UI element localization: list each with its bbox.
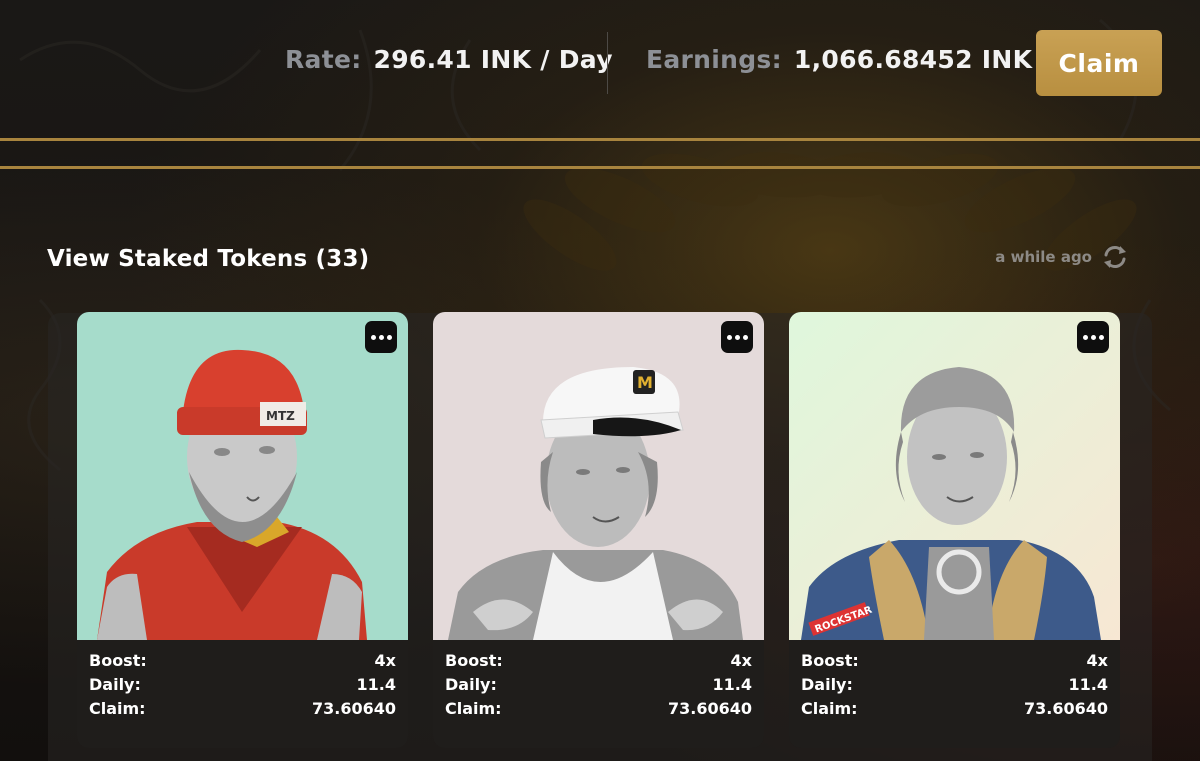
more-dots-icon[interactable] — [721, 321, 753, 353]
claim-row: Claim: 73.60640 — [89, 699, 396, 718]
token-stats: Boost: 4x Daily: 11.4 Claim: 73.60640 — [433, 640, 764, 748]
claim-label: Claim: — [445, 699, 502, 718]
claim-value: 73.60640 — [1023, 699, 1108, 718]
daily-label: Daily: — [445, 675, 497, 694]
token-artwork: ROCKSTAR — [789, 312, 1120, 640]
last-updated: a while ago — [995, 244, 1130, 270]
claim-label: Claim: — [801, 699, 858, 718]
gold-divider-top — [0, 138, 1200, 141]
claim-value: 73.60640 — [311, 699, 396, 718]
token-artwork: MTZ — [77, 312, 408, 640]
claim-row: Claim: 73.60640 — [445, 699, 752, 718]
earnings-stat: Earnings: 1,066.68452 INK — [646, 45, 1032, 74]
boost-value: 4x — [1086, 651, 1108, 670]
claim-value: 73.60640 — [667, 699, 752, 718]
rate-stat: Rate: 296.41 INK / Day — [285, 45, 613, 74]
boost-label: Boost: — [89, 651, 147, 670]
earnings-value: 1,066.68452 INK — [793, 45, 1033, 74]
refresh-icon[interactable] — [1100, 244, 1130, 270]
daily-value: 11.4 — [1068, 675, 1108, 694]
more-dots-icon[interactable] — [365, 321, 397, 353]
boost-value: 4x — [730, 651, 752, 670]
boost-label: Boost: — [445, 651, 503, 670]
token-card[interactable]: M Boost: 4x Daily: 11.4 Claim: 73.60640 — [433, 312, 764, 748]
token-stats: Boost: 4x Daily: 11.4 Claim: 73.60640 — [77, 640, 408, 748]
boost-value: 4x — [374, 651, 396, 670]
staking-page: Rate: 296.41 INK / Day Earnings: 1,066.684… — [0, 0, 1200, 761]
daily-value: 11.4 — [712, 675, 752, 694]
last-updated-text: a while ago — [995, 248, 1092, 266]
daily-value: 11.4 — [356, 675, 396, 694]
token-card[interactable]: ROCKSTAR Boost: 4x Daily: 11.4 Claim: 73… — [789, 312, 1120, 748]
boost-label: Boost: — [801, 651, 859, 670]
token-card[interactable]: MTZ Boost: 4x Daily: 11.4 Claim: 73.6064… — [77, 312, 408, 748]
more-dots-icon[interactable] — [1077, 321, 1109, 353]
token-stats: Boost: 4x Daily: 11.4 Claim: 73.60640 — [789, 640, 1120, 748]
boost-row: Boost: 4x — [445, 651, 752, 670]
boost-row: Boost: 4x — [89, 651, 396, 670]
boost-row: Boost: 4x — [801, 651, 1108, 670]
stats-divider — [607, 32, 608, 94]
claim-row: Claim: 73.60640 — [801, 699, 1108, 718]
token-artwork: M — [433, 312, 764, 640]
daily-row: Daily: 11.4 — [89, 675, 396, 694]
claim-label: Claim: — [89, 699, 146, 718]
daily-label: Daily: — [801, 675, 853, 694]
svg-text:M: M — [637, 373, 653, 392]
svg-text:MTZ: MTZ — [266, 409, 295, 423]
daily-row: Daily: 11.4 — [445, 675, 752, 694]
claim-button[interactable]: Claim — [1036, 30, 1162, 96]
daily-label: Daily: — [89, 675, 141, 694]
staked-tokens-title[interactable]: View Staked Tokens (33) — [47, 246, 369, 272]
earnings-label: Earnings: — [646, 45, 782, 74]
daily-row: Daily: 11.4 — [801, 675, 1108, 694]
gold-divider-bottom — [0, 166, 1200, 169]
rate-label: Rate: — [285, 45, 362, 74]
rate-value: 296.41 INK / Day — [373, 45, 613, 74]
